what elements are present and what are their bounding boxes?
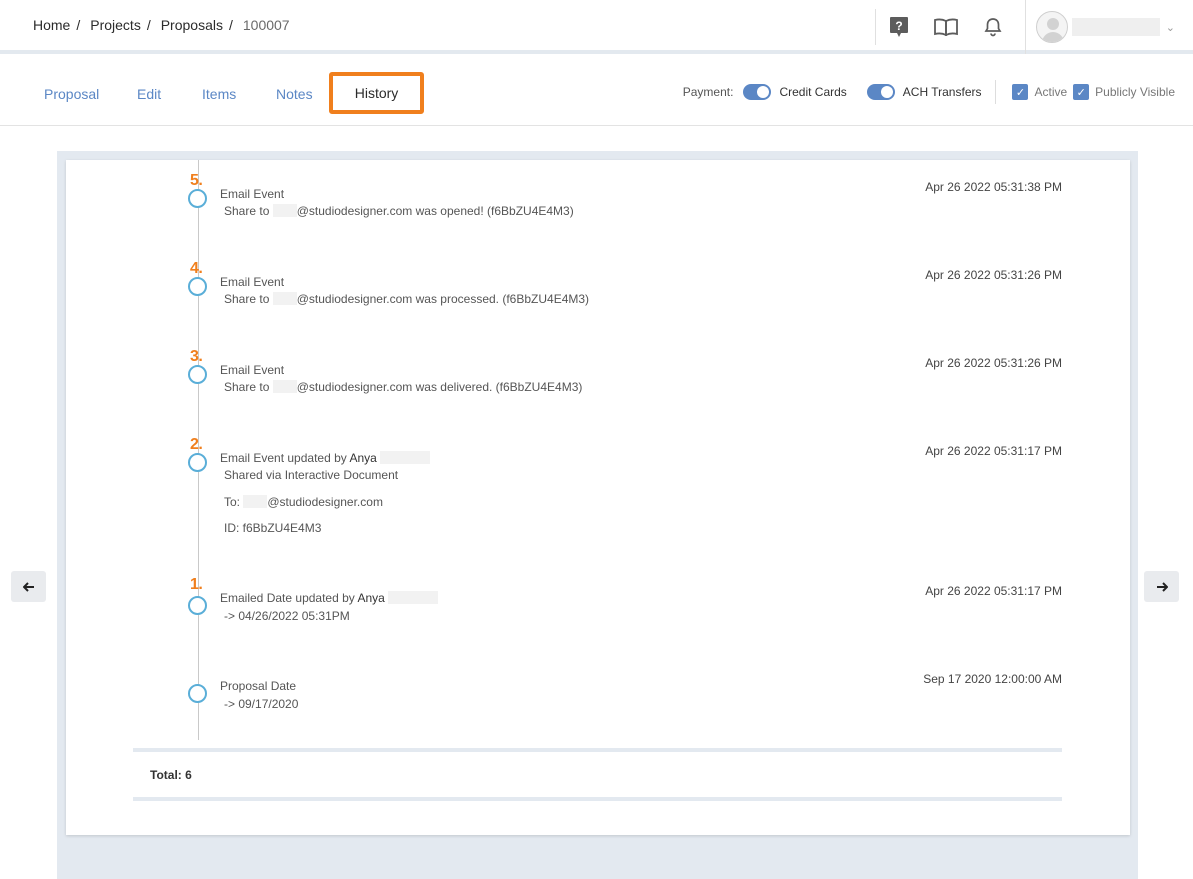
- payment-label: Payment:: [682, 85, 734, 99]
- event-number: 3.: [190, 348, 203, 365]
- divider: [133, 797, 1062, 801]
- event-detail: -> 04/26/2022 05:31PM: [224, 609, 350, 623]
- event-title: Emailed Date updated by Anya: [220, 591, 439, 605]
- ach-transfers-label: ACH Transfers: [902, 85, 982, 99]
- event-recipient: To: @studiodesigner.com: [224, 495, 383, 509]
- event-title: Proposal Date: [220, 679, 297, 693]
- next-button[interactable]: [1144, 571, 1179, 602]
- breadcrumb-separator: /: [76, 17, 81, 33]
- timeline-dot-icon: [188, 277, 207, 296]
- user-avatar-icon: [1035, 11, 1068, 43]
- redacted-email: [272, 292, 297, 305]
- event-time: Sep 17 2020 12:00:00 AM: [923, 672, 1062, 686]
- docs-button[interactable]: [923, 0, 970, 54]
- previous-button[interactable]: [11, 571, 46, 602]
- breadcrumb-projects[interactable]: Projects: [90, 17, 141, 33]
- event-title: Email Event: [220, 187, 285, 201]
- active-checkbox[interactable]: ✓: [1012, 84, 1029, 100]
- event-detail: Share to @studiodesigner.com was process…: [224, 292, 590, 306]
- svg-text:?: ?: [896, 19, 903, 33]
- divider: [995, 80, 997, 104]
- active-label: Active: [1034, 85, 1068, 99]
- event-time: Apr 26 2022 05:31:26 PM: [925, 356, 1062, 370]
- event-title: Email Event: [220, 275, 285, 289]
- arrow-left-icon: [22, 581, 34, 592]
- credit-cards-label: Credit Cards: [779, 85, 847, 99]
- event-number: 5.: [190, 172, 203, 189]
- chevron-down-icon: ⌄: [1165, 21, 1175, 34]
- timeline-dot-icon: [188, 684, 207, 703]
- redacted-email: [243, 495, 268, 508]
- breadcrumb-home[interactable]: Home: [33, 17, 70, 33]
- event-detail: Share to @studiodesigner.com was deliver…: [224, 380, 583, 394]
- redacted-name: [380, 451, 431, 464]
- tabs-bar: Proposal Edit Items Notes History Paymen…: [0, 58, 1193, 126]
- top-bar: Home / Projects / Proposals / 100007 ? ⌄: [0, 0, 1193, 54]
- bell-icon: [984, 18, 1002, 37]
- user-menu[interactable]: ⌄: [1026, 0, 1193, 54]
- breadcrumb-current: 100007: [242, 17, 290, 33]
- tab-proposal[interactable]: Proposal: [44, 86, 99, 102]
- history-card: 5. Email Event Share to @studiodesigner.…: [66, 160, 1130, 835]
- event-detail: Share to @studiodesigner.com was opened!…: [224, 204, 574, 218]
- event-title: Email Event: [220, 363, 285, 377]
- credit-cards-toggle[interactable]: [743, 84, 772, 100]
- redacted-email: [272, 204, 297, 217]
- ach-transfers-toggle[interactable]: [866, 84, 895, 100]
- event-detail: -> 09/17/2020: [224, 697, 299, 711]
- event-time: Apr 26 2022 05:31:17 PM: [925, 444, 1062, 458]
- publicly-visible-checkbox[interactable]: ✓: [1073, 84, 1090, 100]
- event-number: 2.: [190, 436, 203, 453]
- event-title: Email Event updated by Anya: [220, 451, 431, 465]
- help-icon: ?: [890, 17, 909, 37]
- breadcrumb-proposals[interactable]: Proposals: [161, 17, 223, 33]
- redacted-email: [272, 380, 297, 393]
- book-icon: [934, 18, 959, 36]
- publicly-visible-label: Publicly Visible: [1095, 85, 1175, 99]
- event-id: ID: f6BbZU4E4M3: [224, 521, 322, 535]
- event-time: Apr 26 2022 05:31:38 PM: [925, 180, 1062, 194]
- divider: [133, 748, 1062, 752]
- breadcrumb-separator: /: [146, 17, 151, 33]
- redacted-name: [388, 591, 439, 604]
- event-time: Apr 26 2022 05:31:17 PM: [925, 584, 1062, 598]
- tab-notes[interactable]: Notes: [276, 86, 313, 102]
- event-time: Apr 26 2022 05:31:26 PM: [925, 268, 1062, 282]
- event-detail: Shared via Interactive Document: [224, 468, 399, 482]
- timeline-dot-icon: [188, 453, 207, 472]
- header-actions: ? ⌄: [874, 0, 1193, 54]
- timeline-dot-icon: [188, 365, 207, 384]
- proposal-options: Payment: Credit Cards ACH Transfers ✓ Ac…: [683, 80, 1175, 104]
- event-number: 4.: [190, 260, 203, 277]
- timeline-dot-icon: [188, 189, 207, 208]
- tab-history[interactable]: History: [329, 72, 424, 114]
- tab-edit[interactable]: Edit: [137, 86, 161, 102]
- help-button[interactable]: ?: [876, 0, 923, 54]
- total-count: Total: 6: [150, 768, 192, 782]
- username-redacted: [1071, 18, 1160, 36]
- notifications-button[interactable]: [970, 0, 1017, 54]
- breadcrumb-separator: /: [228, 17, 233, 33]
- breadcrumb: Home / Projects / Proposals / 100007: [33, 17, 290, 33]
- arrow-right-icon: [1156, 581, 1168, 592]
- tab-items[interactable]: Items: [202, 86, 236, 102]
- event-number: 1.: [190, 576, 203, 593]
- timeline-dot-icon: [188, 596, 207, 615]
